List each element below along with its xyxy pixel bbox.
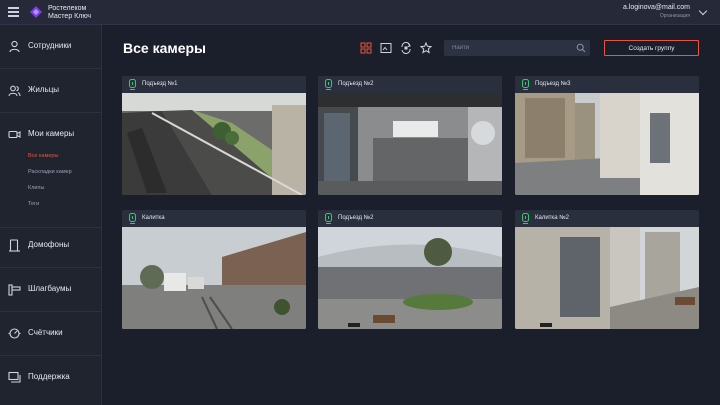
search-box [444, 40, 590, 56]
sidebar-item-label: Поддержка [28, 372, 70, 381]
sidebar-item-intercoms[interactable]: Домофоны [0, 224, 102, 268]
camera-card[interactable]: Подъезд №1 [122, 76, 306, 195]
sidebar-item-support[interactable]: Поддержка [0, 356, 102, 400]
camera-name: Подъезд №2 [338, 81, 374, 87]
sidebar: Сотрудники Жильцы Мои камеры Все камеры … [0, 25, 102, 405]
camera-status-icon [129, 79, 136, 90]
camera-icon [8, 130, 21, 139]
brand-name: Ростелеком Мастер Ключ [48, 5, 91, 20]
sidebar-item-label: Мои камеры [28, 129, 75, 138]
people-icon [8, 85, 21, 97]
camera-name: Подъезд №2 [338, 215, 374, 221]
brand-line-1: Ростелеком [48, 5, 87, 12]
submenu-tags[interactable]: Теги [28, 201, 39, 207]
brand-line-2: Мастер Ключ [48, 12, 92, 20]
logo-icon [30, 6, 42, 18]
search-icon[interactable] [576, 43, 586, 53]
camera-preview[interactable] [122, 93, 306, 195]
camera-name: Калитка [142, 215, 165, 221]
sidebar-item-label: Домофоны [28, 240, 70, 249]
user-email: a.loginova@mail.com [622, 4, 690, 11]
camera-status-icon [325, 79, 332, 90]
chevron-down-icon[interactable] [698, 6, 708, 16]
page-title: Все камеры [123, 40, 207, 56]
camera-status-icon [129, 213, 136, 224]
camera-card-header: Калитка [122, 210, 306, 227]
camera-name: Подъезд №3 [535, 81, 571, 87]
top-bar: Ростелеком Мастер Ключ a.loginova@mail.c… [0, 0, 720, 25]
camera-preview[interactable] [122, 227, 306, 329]
star-icon[interactable] [420, 42, 432, 54]
user-info[interactable]: a.loginova@mail.com Организация [623, 4, 690, 19]
person-icon [9, 40, 20, 53]
camera-card-header: Подъезд №2 [318, 210, 502, 227]
camera-name: Калитка №2 [535, 215, 569, 221]
camera-card[interactable]: Калитка [122, 210, 306, 329]
create-group-button[interactable]: Создать группу [604, 40, 699, 56]
camera-card-header: Подъезд №3 [515, 76, 699, 93]
grid-view-icon[interactable] [360, 42, 372, 54]
camera-status-icon [325, 213, 332, 224]
sidebar-item-label: Жильцы [28, 85, 60, 94]
camera-card[interactable]: Подъезд №3 [515, 76, 699, 195]
submenu-all-cameras[interactable]: Все камеры [28, 153, 58, 159]
camera-name: Подъезд №1 [142, 81, 178, 87]
submenu-camera-layouts[interactable]: Раскладки камер [28, 169, 72, 175]
sidebar-item-label: Шлагбаумы [28, 284, 72, 293]
rotate-icon[interactable] [400, 42, 412, 54]
camera-preview[interactable] [318, 93, 502, 195]
sidebar-item-label: Сотрудники [28, 41, 72, 50]
camera-card-header: Калитка №2 [515, 210, 699, 227]
camera-status-icon [522, 213, 529, 224]
sidebar-item-my-cameras[interactable]: Мои камеры [0, 113, 102, 152]
sidebar-item-barriers[interactable]: Шлагбаумы [0, 268, 102, 312]
cameras-submenu: Все камеры Раскладки камер Клипы Теги [0, 152, 102, 228]
camera-status-icon [522, 79, 529, 90]
camera-preview[interactable] [515, 93, 699, 195]
sidebar-item-residents[interactable]: Жильцы [0, 69, 102, 113]
menu-icon[interactable] [8, 7, 19, 17]
camera-preview[interactable] [318, 227, 502, 329]
camera-card[interactable]: Подъезд №2 [318, 210, 502, 329]
chat-icon [8, 371, 21, 383]
camera-card-header: Подъезд №1 [122, 76, 306, 93]
sidebar-item-label: Счётчики [28, 328, 63, 337]
sidebar-item-employees[interactable]: Сотрудники [0, 25, 102, 69]
submenu-clips[interactable]: Клипы [28, 185, 44, 191]
barrier-icon [8, 284, 21, 296]
search-input[interactable] [444, 40, 574, 56]
camera-card[interactable]: Подъезд №2 [318, 76, 502, 195]
camera-card-header: Подъезд №2 [318, 76, 502, 93]
camera-card[interactable]: Калитка №2 [515, 210, 699, 329]
intercom-icon [9, 239, 20, 252]
user-org: Организация [659, 13, 690, 19]
frame-view-icon[interactable] [380, 42, 392, 54]
sidebar-item-meters[interactable]: Счётчики [0, 312, 102, 356]
camera-preview[interactable] [515, 227, 699, 329]
meter-icon [8, 328, 21, 339]
